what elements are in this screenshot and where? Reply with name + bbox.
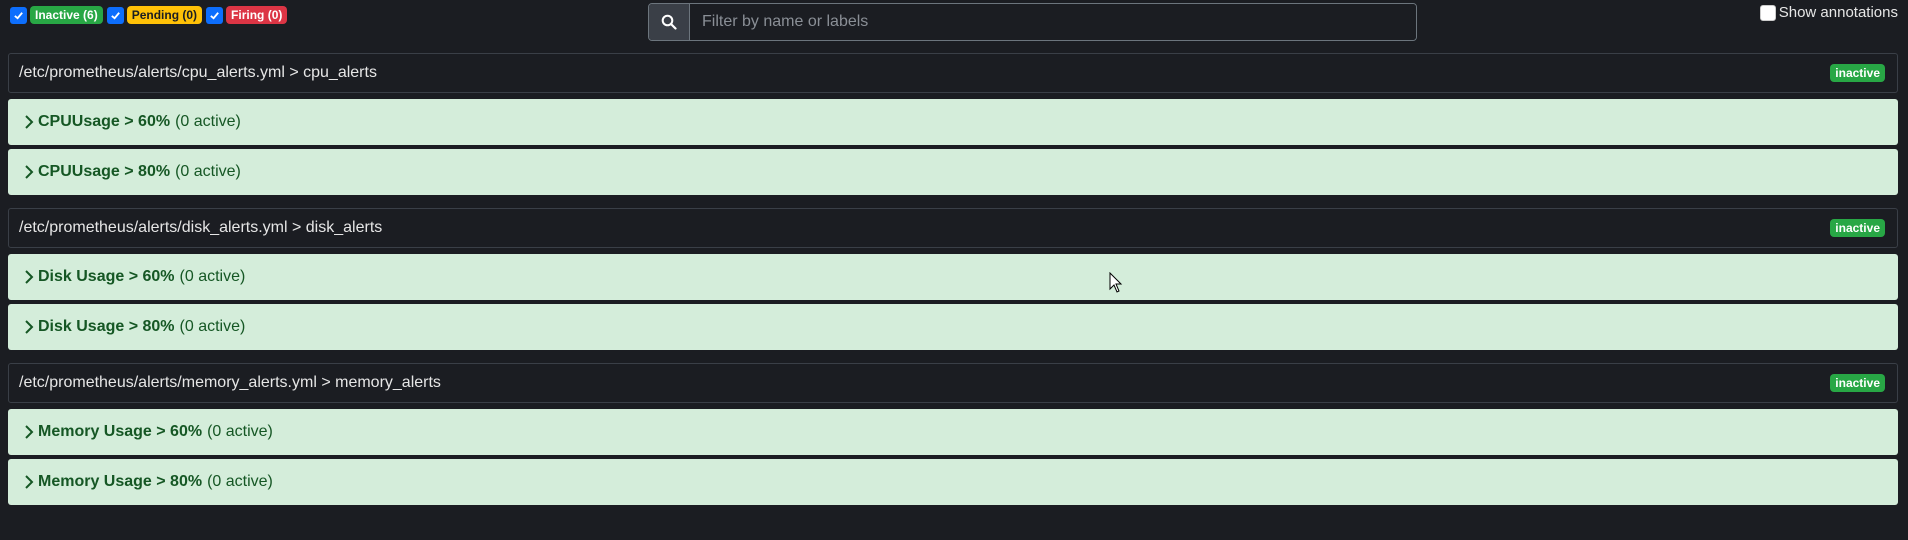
show-annotations-label: Show annotations (1778, 4, 1898, 21)
alert-rule[interactable]: Memory Usage > 60% (0 active) (8, 409, 1898, 455)
status-badge: inactive (1830, 219, 1885, 237)
filter-inactive[interactable]: Inactive (6) (10, 6, 103, 24)
alert-rule[interactable]: Disk Usage > 60% (0 active) (8, 254, 1898, 300)
chevron-right-icon (25, 475, 34, 489)
show-annotations-checkbox[interactable] (1759, 4, 1776, 21)
search-input[interactable] (690, 4, 1416, 40)
chevron-right-icon (25, 320, 34, 334)
pending-badge: Pending (0) (126, 6, 203, 24)
firing-badge: Firing (0) (226, 6, 288, 24)
rule-group-cpu: /etc/prometheus/alerts/cpu_alerts.yml > … (8, 53, 1898, 195)
state-filters: Inactive (6) Pending (0) Firing (0) (10, 6, 291, 24)
rule-groups: /etc/prometheus/alerts/cpu_alerts.yml > … (8, 53, 1898, 518)
chevron-right-icon (25, 165, 34, 179)
group-title: /etc/prometheus/alerts/disk_alerts.yml >… (19, 219, 383, 236)
chevron-right-icon (25, 425, 34, 439)
show-annotations-toggle[interactable]: Show annotations (1759, 4, 1898, 21)
rule-group-memory: /etc/prometheus/alerts/memory_alerts.yml… (8, 363, 1898, 505)
rule-name: Disk Usage > 60% (38, 268, 175, 285)
rule-active-count: (0 active) (179, 318, 246, 335)
rule-active-count: (0 active) (179, 268, 246, 285)
status-badge: inactive (1830, 374, 1885, 392)
firing-checkbox[interactable] (206, 6, 224, 24)
chevron-right-icon (25, 270, 34, 284)
rule-name: CPUUsage > 60% (38, 113, 171, 130)
rule-name: CPUUsage > 80% (38, 163, 171, 180)
rule-group-disk: /etc/prometheus/alerts/disk_alerts.yml >… (8, 208, 1898, 350)
search-button[interactable] (649, 4, 690, 40)
inactive-checkbox[interactable] (10, 6, 27, 24)
filter-pending[interactable]: Pending (0) (106, 6, 203, 24)
rule-name: Memory Usage > 60% (38, 423, 203, 440)
rule-name: Memory Usage > 80% (38, 473, 203, 490)
search-icon (661, 14, 677, 30)
group-title: /etc/prometheus/alerts/cpu_alerts.yml > … (19, 64, 377, 81)
rule-active-count: (0 active) (207, 473, 273, 490)
check-icon (110, 11, 120, 20)
search-bar (648, 3, 1417, 41)
rule-name: Disk Usage > 80% (38, 318, 175, 335)
group-header: /etc/prometheus/alerts/memory_alerts.yml… (8, 363, 1898, 403)
group-header: /etc/prometheus/alerts/disk_alerts.yml >… (8, 208, 1898, 248)
filter-firing[interactable]: Firing (0) (206, 6, 288, 24)
alert-rule[interactable]: Memory Usage > 80% (0 active) (8, 459, 1898, 505)
alert-rule[interactable]: CPUUsage > 60% (0 active) (8, 99, 1898, 145)
group-title: /etc/prometheus/alerts/memory_alerts.yml… (19, 374, 441, 391)
check-icon (210, 11, 219, 20)
status-badge: inactive (1830, 64, 1885, 82)
check-icon (14, 11, 23, 20)
pending-checkbox[interactable] (106, 6, 124, 24)
rule-active-count: (0 active) (175, 163, 241, 180)
toolbar: Inactive (6) Pending (0) Firing (0) Show… (0, 0, 1908, 46)
rule-active-count: (0 active) (207, 423, 273, 440)
inactive-badge: Inactive (6) (30, 6, 103, 24)
alert-rule[interactable]: Disk Usage > 80% (0 active) (8, 304, 1898, 350)
chevron-right-icon (25, 115, 34, 129)
group-header: /etc/prometheus/alerts/cpu_alerts.yml > … (8, 53, 1898, 93)
rule-active-count: (0 active) (175, 113, 241, 130)
alert-rule[interactable]: CPUUsage > 80% (0 active) (8, 149, 1898, 195)
mouse-cursor-icon (1109, 272, 1123, 293)
